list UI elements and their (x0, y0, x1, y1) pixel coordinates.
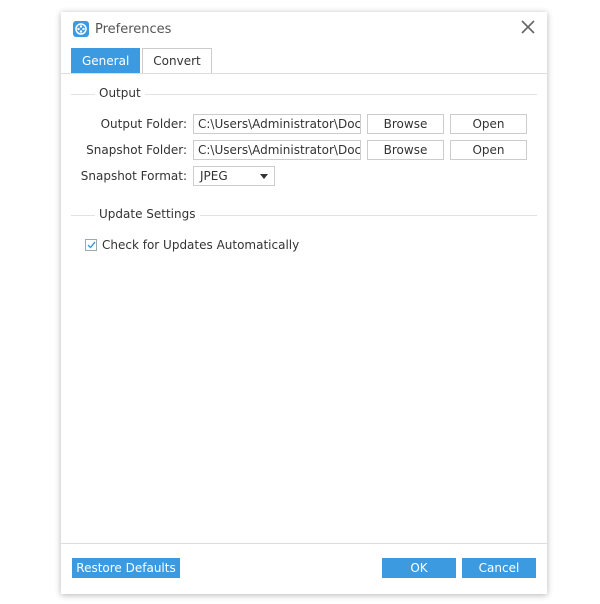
snapshot-open-button[interactable]: Open (450, 140, 527, 160)
snapshot-format-select[interactable]: JPEG (193, 166, 275, 186)
window-title: Preferences (95, 21, 172, 37)
snapshot-folder-input[interactable]: C:\Users\Administrator\Doc (193, 140, 361, 160)
close-icon[interactable] (521, 20, 535, 34)
output-open-button[interactable]: Open (450, 114, 527, 134)
cancel-button[interactable]: Cancel (462, 558, 536, 578)
snapshot-folder-label: Snapshot Folder: (86, 143, 187, 157)
checkbox-box[interactable] (85, 239, 97, 251)
ok-button[interactable]: OK (382, 558, 456, 578)
output-browse-button[interactable]: Browse (367, 114, 444, 134)
snapshot-format-value: JPEG (200, 169, 228, 183)
output-section: Output (71, 86, 537, 100)
tab-divider (61, 73, 547, 74)
tab-convert[interactable]: Convert (142, 48, 212, 73)
title-bar: Preferences (73, 18, 171, 40)
app-logo-icon (73, 21, 89, 37)
auto-update-label: Check for Updates Automatically (102, 238, 300, 252)
check-icon (87, 241, 96, 249)
update-section-title: Update Settings (95, 207, 200, 221)
tab-general[interactable]: General (71, 48, 141, 73)
chevron-down-icon (260, 173, 268, 179)
footer-divider (61, 543, 547, 544)
auto-update-checkbox[interactable]: Check for Updates Automatically (85, 238, 299, 252)
update-section: Update Settings (71, 207, 537, 221)
output-folder-input[interactable]: C:\Users\Administrator\Doc (193, 114, 361, 134)
snapshot-format-label: Snapshot Format: (80, 169, 187, 183)
restore-defaults-button[interactable]: Restore Defaults (72, 558, 180, 578)
output-section-title: Output (95, 86, 145, 100)
snapshot-browse-button[interactable]: Browse (367, 140, 444, 160)
preferences-dialog: Preferences General Convert Output Outpu… (61, 12, 547, 594)
output-folder-label: Output Folder: (100, 117, 187, 131)
